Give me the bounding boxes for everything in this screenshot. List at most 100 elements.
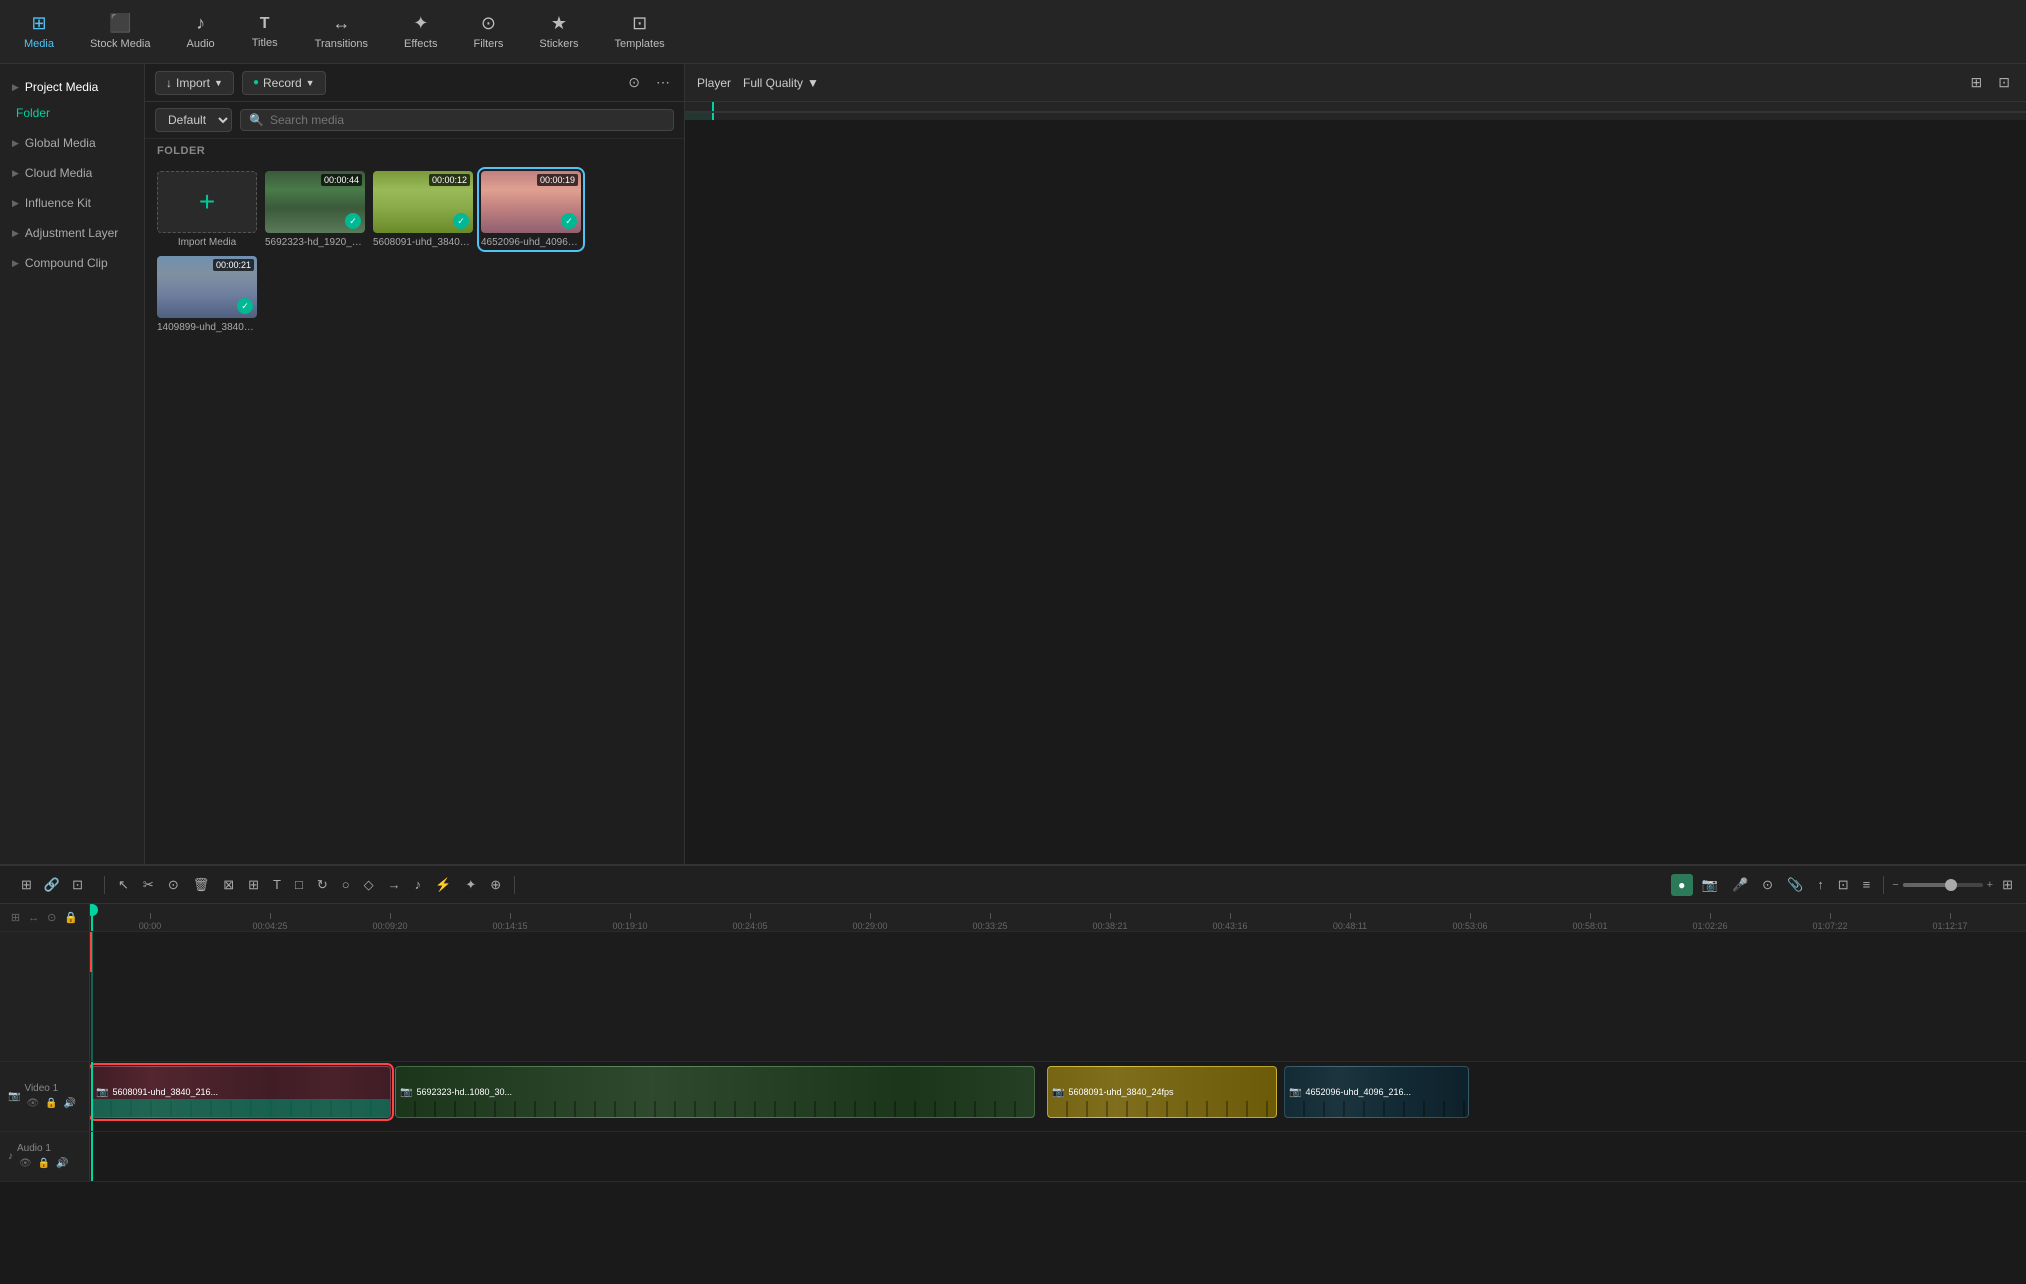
video-clip-3[interactable]: 📷 5608091-uhd_3840_24fps xyxy=(1047,1066,1277,1118)
record-button[interactable]: ● Record ▼ xyxy=(242,71,326,95)
tl-rotate-btn[interactable]: ↻ xyxy=(312,874,333,896)
tl-camera-btn[interactable]: 📷 xyxy=(1697,874,1723,896)
tl-timer-btn[interactable]: ⊡ xyxy=(1833,874,1854,896)
track-lock-icon[interactable]: 🔒 xyxy=(43,1096,59,1111)
import-button[interactable]: ↓ Import ▼ xyxy=(155,71,234,95)
nav-item-titles[interactable]: T Titles xyxy=(235,9,295,55)
media-item-2[interactable]: 00:00:12 ✓ 5608091-uhd_3840_21... xyxy=(373,171,473,248)
tl-split-btn[interactable]: ⊠ xyxy=(218,874,239,896)
tl-export-btn[interactable]: ↑ xyxy=(1812,874,1829,895)
audio1-lock-icon[interactable]: 🔒 xyxy=(36,1156,52,1171)
media-grid: + Import Media 00:00:44 ✓ 5692323-hd_192… xyxy=(145,163,684,341)
sidebar-item-influence-kit[interactable]: ▶ Influence Kit xyxy=(0,188,144,218)
ruler-row: ⊞ ↔ ⊙ 🔒 00:00 00:04:25 xyxy=(0,904,2026,932)
tl-speed-btn[interactable]: ⚡ xyxy=(430,874,456,896)
sort-select[interactable]: Default xyxy=(155,108,232,132)
sidebar-item-adjustment-layer[interactable]: ▶ Adjustment Layer xyxy=(0,218,144,248)
tl-active-marker-btn[interactable]: ● xyxy=(1671,874,1693,896)
media-item-1[interactable]: 00:00:44 ✓ 5692323-hd_1920_108... xyxy=(265,171,365,248)
track-speaker-icon[interactable]: 🔊 xyxy=(62,1096,78,1111)
tl-pointer-btn[interactable]: ↖ xyxy=(113,874,134,896)
record-dropdown-arrow: ▼ xyxy=(306,78,315,88)
folder-section-label: FOLDER xyxy=(145,139,684,163)
tl-circle-btn[interactable]: ○ xyxy=(337,874,355,895)
ruler-mark-11: 00:53:06 xyxy=(1410,913,1530,931)
sidebar-folder-label[interactable]: Folder xyxy=(16,106,50,120)
sidebar-item-cloud-media[interactable]: ▶ Cloud Media xyxy=(0,158,144,188)
media-check-1: ✓ xyxy=(345,213,361,229)
tl-add-track-btn[interactable]: ⊞ xyxy=(16,874,37,896)
tl-arrow-btn[interactable]: → xyxy=(383,874,406,895)
import-label: Import xyxy=(176,76,210,90)
tl-separator-2 xyxy=(514,876,515,894)
video1-track-content[interactable]: 📷 5608091-uhd_3840_216... 📷 5692323-hd..… xyxy=(90,1062,2026,1131)
nav-item-templates[interactable]: ⊡ Templates xyxy=(599,7,681,56)
nav-item-media[interactable]: ⊞ Media xyxy=(8,7,70,56)
more-options-btn[interactable]: ⋯ xyxy=(652,70,674,95)
tl-link-btn[interactable]: 🔗 xyxy=(39,874,65,896)
tl-delete-btn[interactable]: 🗑 xyxy=(188,874,215,896)
tl-box-btn[interactable]: □ xyxy=(290,874,308,895)
media-item-3[interactable]: 00:00:19 ✓ 4652096-uhd_4096_21... xyxy=(481,171,581,248)
preview-fullscreen-btn[interactable]: ⊡ xyxy=(1994,70,2014,95)
tl-group-btn[interactable]: ⊡ xyxy=(67,874,88,896)
clip4-filmstrip xyxy=(1285,1101,1468,1117)
tl-ai-btn[interactable]: ⊕ xyxy=(485,874,506,896)
lock-icon[interactable]: 🔒 xyxy=(62,909,80,926)
sidebar-item-global-media[interactable]: ▶ Global Media xyxy=(0,128,144,158)
sidebar-item-compound-clip[interactable]: ▶ Compound Clip xyxy=(0,248,144,278)
tl-mic-btn[interactable]: 🎤 xyxy=(1727,874,1753,896)
tl-ripple-btn[interactable]: ⊙ xyxy=(163,874,184,896)
tl-fx-btn[interactable]: ✦ xyxy=(460,874,481,896)
audio1-speaker-icon[interactable]: 🔊 xyxy=(54,1156,70,1171)
video-clip-2[interactable]: 📷 5692323-hd..1080_30... xyxy=(395,1066,1035,1118)
tl-razor-btn[interactable]: ✂ xyxy=(138,874,159,896)
tl-grid-btn[interactable]: ⊞ xyxy=(1997,874,2018,896)
video-clip-1[interactable]: 📷 5608091-uhd_3840_216... xyxy=(91,1066,391,1118)
timeline-ruler[interactable]: 00:00 00:04:25 00:09:20 00:14:15 xyxy=(90,904,2026,932)
nav-item-stock-media[interactable]: ⬛ Stock Media xyxy=(74,7,167,56)
tl-voiceover-btn[interactable]: ⊙ xyxy=(1757,874,1778,896)
fit-to-window-icon[interactable]: ⊞ xyxy=(9,909,22,926)
import-media-thumb[interactable]: + xyxy=(157,171,257,233)
timeline-area: ⊞ 🔗 ⊡ ↖ ✂ ⊙ 🗑 ⊠ ⊞ T □ ↻ ○ ◇ → ♪ ⚡ ✦ ⊕ ● … xyxy=(0,864,2026,1284)
video-clip-4[interactable]: 📷 4652096-uhd_4096_216... xyxy=(1284,1066,1469,1118)
search-input[interactable] xyxy=(270,113,665,127)
ruler-mark-16: 01:17:12 xyxy=(2010,913,2026,931)
video1-track-row: 📷 Video 1 👁 🔒 🔊 📷 56080 xyxy=(0,1062,2026,1132)
nav-item-audio[interactable]: ♪ Audio xyxy=(171,7,231,56)
nav-item-transitions[interactable]: ↔ Transitions xyxy=(299,7,384,56)
ruler-mark-5: 00:24:05 xyxy=(690,913,810,931)
tl-crop-btn[interactable]: ⊞ xyxy=(243,874,264,896)
nav-item-stickers[interactable]: ★ Stickers xyxy=(523,7,594,56)
audio1-track-content[interactable] xyxy=(90,1132,2026,1181)
media-item-4[interactable]: 00:00:21 ✓ 1409899-uhd_3840_21... xyxy=(157,256,257,333)
ruler-mark-2: 00:09:20 xyxy=(330,913,450,931)
tl-audio-btn[interactable]: ♪ xyxy=(410,874,427,895)
audio1-eye-icon[interactable]: 👁 xyxy=(17,1156,34,1171)
track-eye-icon[interactable]: 👁 xyxy=(24,1096,41,1111)
nav-item-effects[interactable]: ✦ Effects xyxy=(388,7,453,56)
ruler-mark-6: 00:29:00 xyxy=(810,913,930,931)
tl-diamond-btn[interactable]: ◇ xyxy=(359,874,379,896)
filters-icon: ⊙ xyxy=(481,13,496,34)
sidebar-item-project-media[interactable]: ▶ Project Media xyxy=(0,72,144,102)
tl-layout-btn[interactable]: ≡ xyxy=(1858,874,1876,895)
zoom-out-icon[interactable]: ↔ xyxy=(26,910,41,926)
preview-grid-btn[interactable]: ⊞ xyxy=(1967,70,1987,95)
media-thumb-4: 00:00:21 ✓ xyxy=(157,256,257,318)
expand-arrow-icon-3: ▶ xyxy=(12,168,19,179)
import-media-item[interactable]: + Import Media xyxy=(157,171,257,248)
zoom-slider[interactable] xyxy=(1903,883,1983,887)
tl-text-btn[interactable]: T xyxy=(268,874,286,895)
nav-item-filters[interactable]: ⊙ Filters xyxy=(457,7,519,56)
effects-icon: ✦ xyxy=(413,13,428,34)
tl-clip-btn[interactable]: 📎 xyxy=(1782,874,1808,896)
media-duration-2: 00:00:12 xyxy=(429,174,470,186)
quality-select-btn[interactable]: Full Quality ▼ xyxy=(743,76,819,90)
filter-icon-btn[interactable]: ⊙ xyxy=(624,70,644,95)
video1-track-header: 📷 Video 1 👁 🔒 🔊 xyxy=(0,1062,90,1131)
magnet-icon[interactable]: ⊙ xyxy=(45,909,58,926)
expand-arrow-icon-6: ▶ xyxy=(12,258,19,269)
audio-icon: ♪ xyxy=(196,13,205,34)
